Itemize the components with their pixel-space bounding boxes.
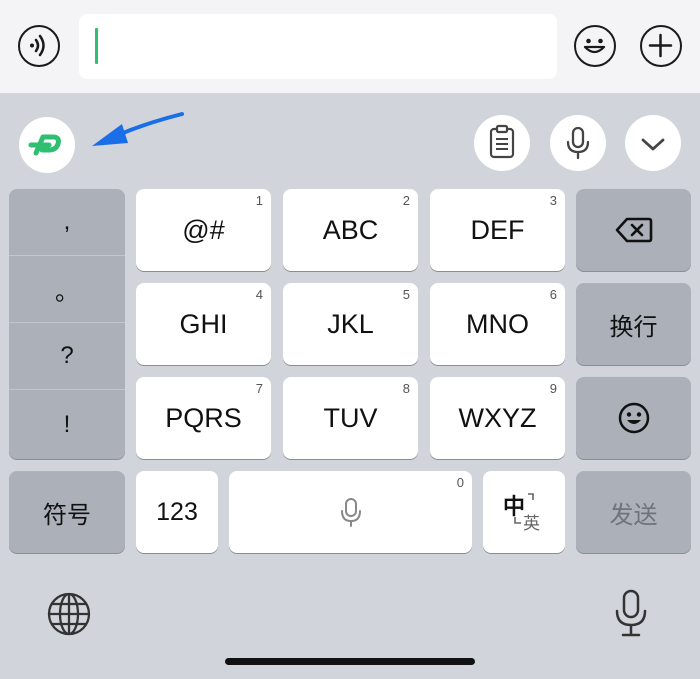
lang-switch-key[interactable]: 中 英	[483, 471, 565, 553]
key-number: 1	[255, 193, 263, 208]
key-number: 0	[456, 475, 464, 490]
clipboard-button[interactable]	[474, 115, 530, 171]
key-label: TUV	[323, 402, 378, 433]
plus-icon	[648, 33, 673, 58]
key-label: PQRS	[165, 402, 242, 433]
key-9[interactable]: WXYZ 9	[430, 377, 565, 459]
key-label: JKL	[327, 308, 374, 339]
emoji-key[interactable]	[576, 377, 691, 459]
voice-input-button[interactable]	[550, 115, 606, 171]
microphone-icon[interactable]	[611, 588, 651, 640]
more-actions-button[interactable]	[640, 25, 682, 67]
punct-key-period[interactable]: 。	[9, 256, 125, 323]
punct-key-question[interactable]: ?	[9, 323, 125, 390]
key-label: DEF	[470, 214, 525, 245]
clipboard-icon	[489, 124, 515, 159]
keyboard-logo-icon	[28, 134, 61, 156]
key-3[interactable]: DEF 3	[430, 189, 565, 271]
smiley-icon	[583, 38, 606, 54]
key-number: 7	[255, 381, 263, 396]
microphone-icon	[566, 126, 590, 160]
punct-key-comma[interactable]: ,	[9, 189, 125, 256]
text-caret	[95, 28, 98, 64]
keyboard-toolbar	[0, 93, 700, 189]
key-number: 2	[402, 193, 410, 208]
key-label: WXYZ	[458, 402, 537, 433]
globe-icon[interactable]	[45, 590, 93, 638]
voice-waves-icon	[30, 34, 45, 57]
punct-key-exclaim[interactable]: !	[9, 390, 125, 459]
backspace-key[interactable]	[576, 189, 691, 271]
key-1[interactable]: @# 1	[136, 189, 271, 271]
key-2[interactable]: ABC 2	[283, 189, 418, 271]
key-label: ABC	[322, 214, 379, 245]
home-indicator[interactable]	[225, 658, 475, 665]
space-key[interactable]: 0	[229, 471, 472, 553]
punctuation-column: , 。 ? !	[9, 189, 125, 459]
key-label: @#	[182, 214, 225, 245]
backspace-icon	[615, 217, 652, 243]
key-number: 4	[255, 287, 263, 302]
send-key[interactable]: 发送	[576, 471, 691, 553]
chat-input-bar	[0, 0, 700, 94]
key-4[interactable]: GHI 4	[136, 283, 271, 365]
numbers-label: 123	[156, 497, 198, 526]
send-label: 发送	[609, 501, 658, 529]
emoji-button[interactable]	[574, 25, 616, 67]
newline-key[interactable]: 换行	[576, 283, 691, 365]
key-label: GHI	[179, 308, 228, 339]
message-input[interactable]	[79, 14, 557, 79]
key-7[interactable]: PQRS 7	[136, 377, 271, 459]
numbers-key[interactable]: 123	[136, 471, 218, 553]
key-number: 6	[549, 287, 557, 302]
key-number: 9	[549, 381, 557, 396]
symbols-key[interactable]: 符号	[9, 471, 125, 553]
key-5[interactable]: JKL 5	[283, 283, 418, 365]
symbols-label: 符号	[43, 501, 91, 529]
key-8[interactable]: TUV 8	[283, 377, 418, 459]
chevron-down-icon	[641, 138, 665, 151]
newline-label: 换行	[609, 313, 658, 341]
key-number: 8	[402, 381, 410, 396]
voice-message-button[interactable]	[18, 25, 60, 67]
key-label: MNO	[466, 308, 529, 339]
collapse-keyboard-button[interactable]	[625, 115, 681, 171]
key-number: 3	[549, 193, 557, 208]
key-number: 5	[402, 287, 410, 302]
arrow-annotation-icon	[92, 112, 184, 146]
microphone-icon	[340, 498, 361, 527]
keyboard-logo-button[interactable]	[19, 117, 75, 173]
switch-brackets-icon	[514, 493, 534, 524]
smiley-icon	[618, 402, 649, 434]
key-6[interactable]: MNO 6	[430, 283, 565, 365]
